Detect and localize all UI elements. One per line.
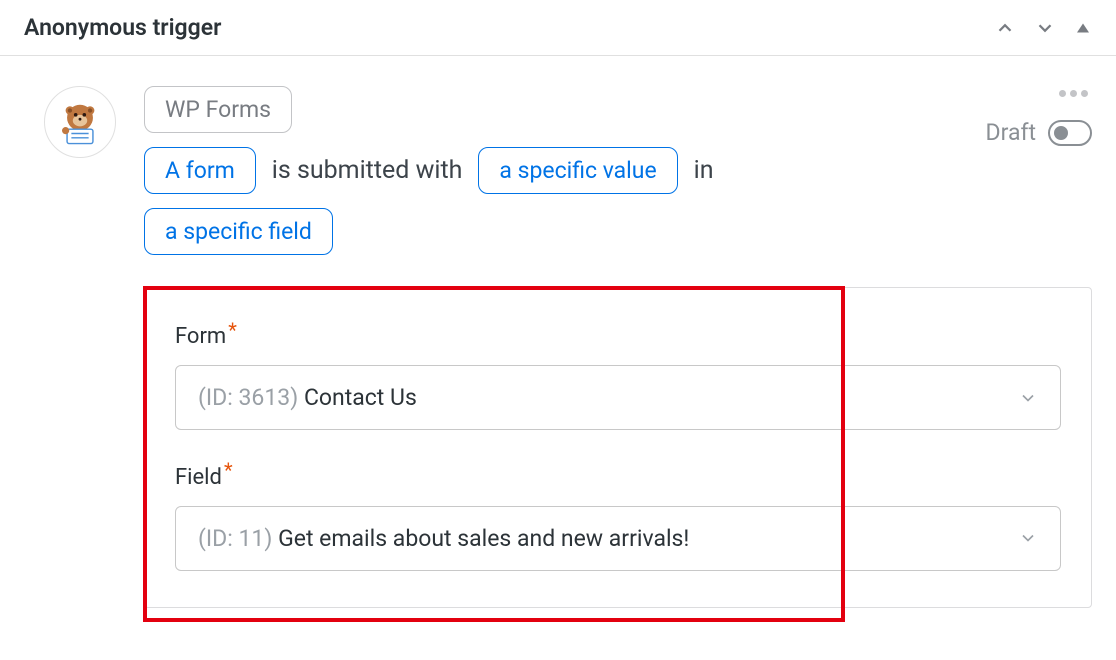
move-down-button[interactable] [1034, 17, 1056, 39]
collapse-button[interactable] [1074, 19, 1092, 37]
required-asterisk-icon: * [224, 458, 233, 482]
form-select-value: (ID: 3613) Contact Us [198, 384, 417, 411]
panel-header: Anonymous trigger [0, 0, 1116, 56]
config-panel: Form* (ID: 3613) Contact Us Field* (ID: … [144, 287, 1092, 608]
status-toggle[interactable] [1048, 120, 1092, 146]
field-select-name: Get emails about sales and new arrivals! [278, 525, 689, 552]
form-field-group: Form* (ID: 3613) Contact Us [175, 318, 1061, 430]
move-up-button[interactable] [994, 17, 1016, 39]
form-select[interactable]: (ID: 3613) Contact Us [175, 365, 1061, 430]
chevron-down-icon [1018, 528, 1038, 548]
field-field-group: Field* (ID: 11) Get emails about sales a… [175, 458, 1061, 570]
form-token[interactable]: A form [144, 147, 256, 194]
meta-column: Draft [986, 86, 1092, 146]
required-asterisk-icon: * [228, 318, 237, 342]
wpforms-bear-icon [57, 99, 103, 145]
trigger-sentence: WP Forms A form is submitted with a spec… [144, 86, 962, 269]
status-row: Draft [986, 119, 1092, 146]
sentence-text-submitted: is submitted with [272, 156, 463, 185]
integration-badge[interactable]: WP Forms [144, 86, 292, 133]
chevron-down-icon [1034, 17, 1056, 39]
sentence-text-in: in [694, 156, 714, 185]
field-select-id: (ID: 11) [198, 525, 272, 552]
panel-title: Anonymous trigger [24, 14, 221, 41]
form-select-id: (ID: 3613) [198, 384, 298, 411]
toggle-knob-icon [1054, 126, 1068, 140]
chevron-down-icon [1018, 388, 1038, 408]
form-field-label: Form [175, 324, 226, 349]
field-select-value: (ID: 11) Get emails about sales and new … [198, 525, 689, 552]
status-label: Draft [986, 119, 1036, 146]
trigger-body: WP Forms A form is submitted with a spec… [0, 56, 1116, 638]
trigger-content: WP Forms A form is submitted with a spec… [144, 86, 1092, 608]
dot-icon [1070, 90, 1077, 97]
dot-icon [1081, 90, 1088, 97]
field-field-label: Field [175, 465, 222, 490]
field-select[interactable]: (ID: 11) Get emails about sales and new … [175, 506, 1061, 571]
more-options-button[interactable] [1055, 86, 1092, 101]
dot-icon [1059, 90, 1066, 97]
chevron-up-icon [994, 17, 1016, 39]
integration-avatar [44, 86, 116, 158]
triangle-up-icon [1074, 19, 1092, 37]
trigger-topline: WP Forms A form is submitted with a spec… [144, 86, 1092, 269]
value-token[interactable]: a specific value [478, 147, 677, 194]
field-token[interactable]: a specific field [144, 208, 333, 255]
header-controls [994, 17, 1092, 39]
form-select-name: Contact Us [304, 384, 417, 411]
